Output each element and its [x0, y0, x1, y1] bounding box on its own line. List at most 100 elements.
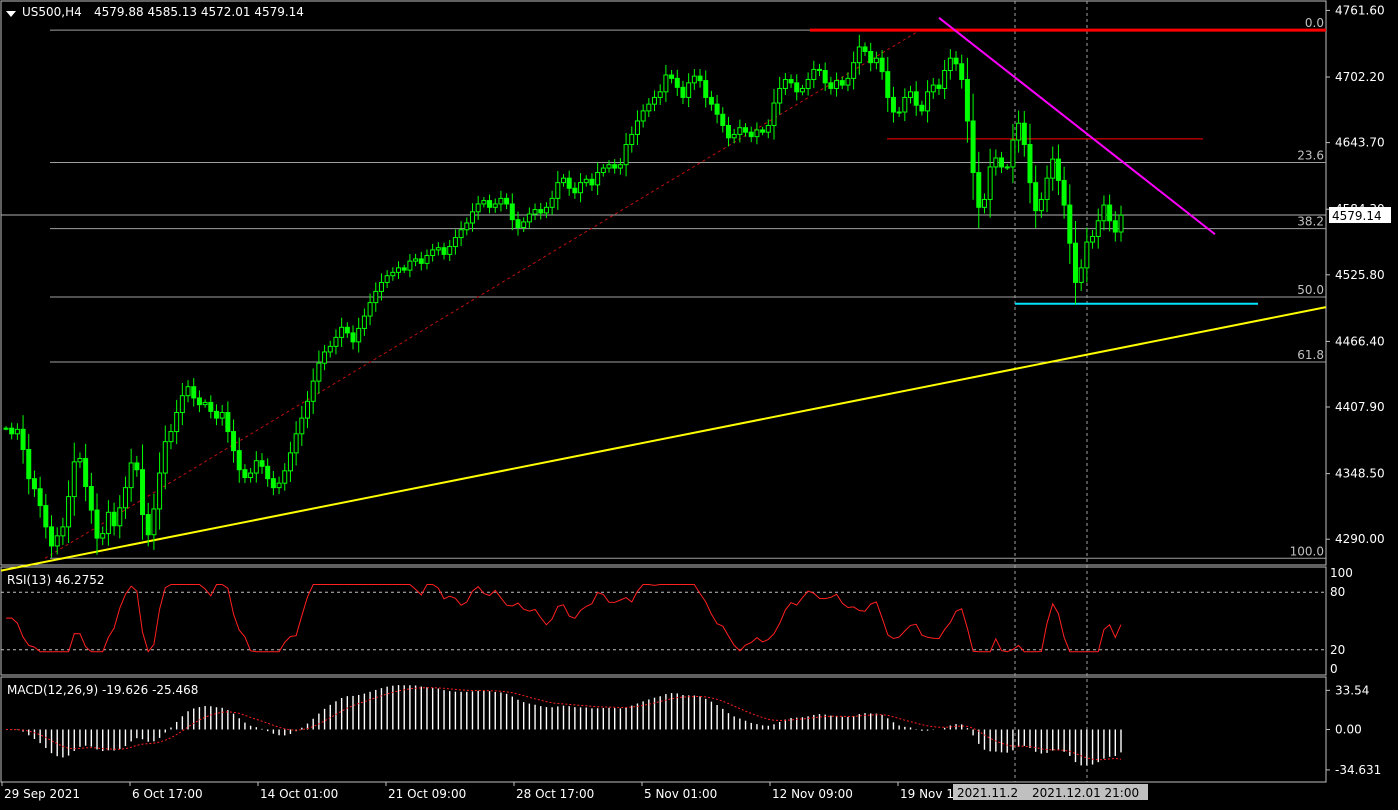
- candle: [361, 315, 367, 329]
- fib-retracement-diagonal[interactable]: [44, 29, 921, 559]
- candle: [691, 75, 697, 84]
- candle: [469, 211, 475, 224]
- candle: [26, 449, 32, 480]
- price-axis-label: 4407.90: [1335, 400, 1385, 414]
- candle: [71, 461, 77, 498]
- candle: [674, 77, 680, 88]
- candle: [919, 104, 925, 112]
- candle: [873, 57, 879, 64]
- candle: [310, 380, 316, 402]
- candle: [697, 75, 703, 82]
- candle: [270, 478, 276, 489]
- candle: [174, 412, 180, 433]
- candle: [185, 386, 191, 397]
- time-axis-label: 5 Nov 01:00: [644, 787, 717, 801]
- candle: [976, 172, 982, 208]
- candle: [1050, 158, 1056, 179]
- candle: [589, 178, 595, 186]
- candle: [378, 281, 384, 292]
- candle: [1038, 198, 1044, 212]
- candle: [333, 336, 339, 347]
- candle: [1090, 235, 1096, 243]
- price-axis-label: 4525.80: [1335, 268, 1385, 282]
- candle: [640, 110, 646, 122]
- candle: [105, 511, 111, 535]
- price-axis-label: 4643.70: [1335, 136, 1385, 150]
- candle: [794, 82, 800, 93]
- candle: [1055, 158, 1061, 181]
- candle: [737, 127, 743, 135]
- candle: [49, 526, 55, 547]
- ohlc-values: 4579.88 4585.13 4572.01 4579.14: [94, 5, 304, 19]
- candle: [930, 84, 936, 93]
- candle: [532, 209, 538, 215]
- fib-level-label: 0.0: [1305, 16, 1324, 30]
- candle: [66, 496, 72, 528]
- candle: [572, 187, 578, 194]
- candle: [94, 509, 100, 539]
- candle: [253, 460, 259, 474]
- candle: [708, 96, 714, 105]
- candle: [1101, 204, 1107, 222]
- candle: [959, 63, 965, 80]
- candle: [811, 68, 817, 80]
- symbol-timeframe: US500,H4: [22, 5, 82, 19]
- candle: [452, 237, 458, 248]
- candle: [162, 441, 168, 474]
- candle: [1112, 220, 1118, 233]
- candle: [913, 91, 919, 106]
- candle: [799, 87, 805, 93]
- candle: [14, 428, 20, 435]
- candle: [430, 249, 436, 257]
- candle: [993, 157, 999, 168]
- fib-level-label: 50.0: [1297, 283, 1324, 297]
- chart-canvas[interactable]: 0.0 23.6 38.2 50.0 61.8 100.0 4761.60 4702.20 46…: [0, 0, 1398, 807]
- candle: [623, 144, 629, 166]
- candle: [1004, 166, 1010, 169]
- candle: [725, 124, 731, 139]
- candle: [902, 96, 908, 113]
- candle: [1118, 214, 1124, 233]
- candle: [344, 326, 350, 334]
- candle: [3, 427, 9, 430]
- candle: [373, 290, 379, 304]
- candle: [208, 401, 214, 412]
- candle: [669, 74, 675, 79]
- candle: [561, 177, 566, 184]
- chart-window[interactable]: 0.0 23.6 38.2 50.0 61.8 100.0 4761.60 4702.20 46…: [0, 0, 1398, 807]
- candle: [543, 206, 549, 214]
- candle: [202, 401, 208, 406]
- candle: [760, 129, 766, 133]
- candle: [845, 77, 851, 86]
- price-axis-label: 4348.50: [1335, 467, 1385, 481]
- fib-level-label: 38.2: [1297, 215, 1324, 229]
- candle: [720, 113, 726, 126]
- time-axis-label: 6 Oct 17:00: [132, 787, 203, 801]
- candle: [83, 457, 89, 488]
- candle: [1021, 122, 1027, 146]
- candle: [856, 46, 862, 64]
- candle: [1067, 204, 1073, 244]
- candle: [31, 478, 37, 490]
- candle: [475, 203, 481, 213]
- candle: [435, 247, 441, 251]
- candle: [1072, 242, 1078, 283]
- candle: [999, 157, 1005, 168]
- rsi-title: RSI(13) 46.2752: [7, 573, 105, 587]
- candle: [151, 508, 157, 536]
- macd-title: MACD(12,26,9) -19.626 -25.468: [7, 683, 199, 697]
- candle: [816, 68, 822, 72]
- candle: [868, 50, 874, 64]
- candle: [896, 111, 902, 114]
- chart-menu-triangle-icon[interactable]: [6, 11, 16, 17]
- candle: [879, 57, 885, 73]
- candle: [43, 505, 49, 528]
- uptrend-line[interactable]: [0, 306, 1327, 572]
- candle: [908, 91, 914, 98]
- candle: [1084, 241, 1090, 269]
- candle: [390, 271, 396, 277]
- time-axis-label: 14 Oct 01:00: [260, 787, 338, 801]
- candle: [526, 213, 532, 223]
- rsi-axis-label: 20: [1330, 643, 1345, 657]
- candle: [947, 57, 953, 72]
